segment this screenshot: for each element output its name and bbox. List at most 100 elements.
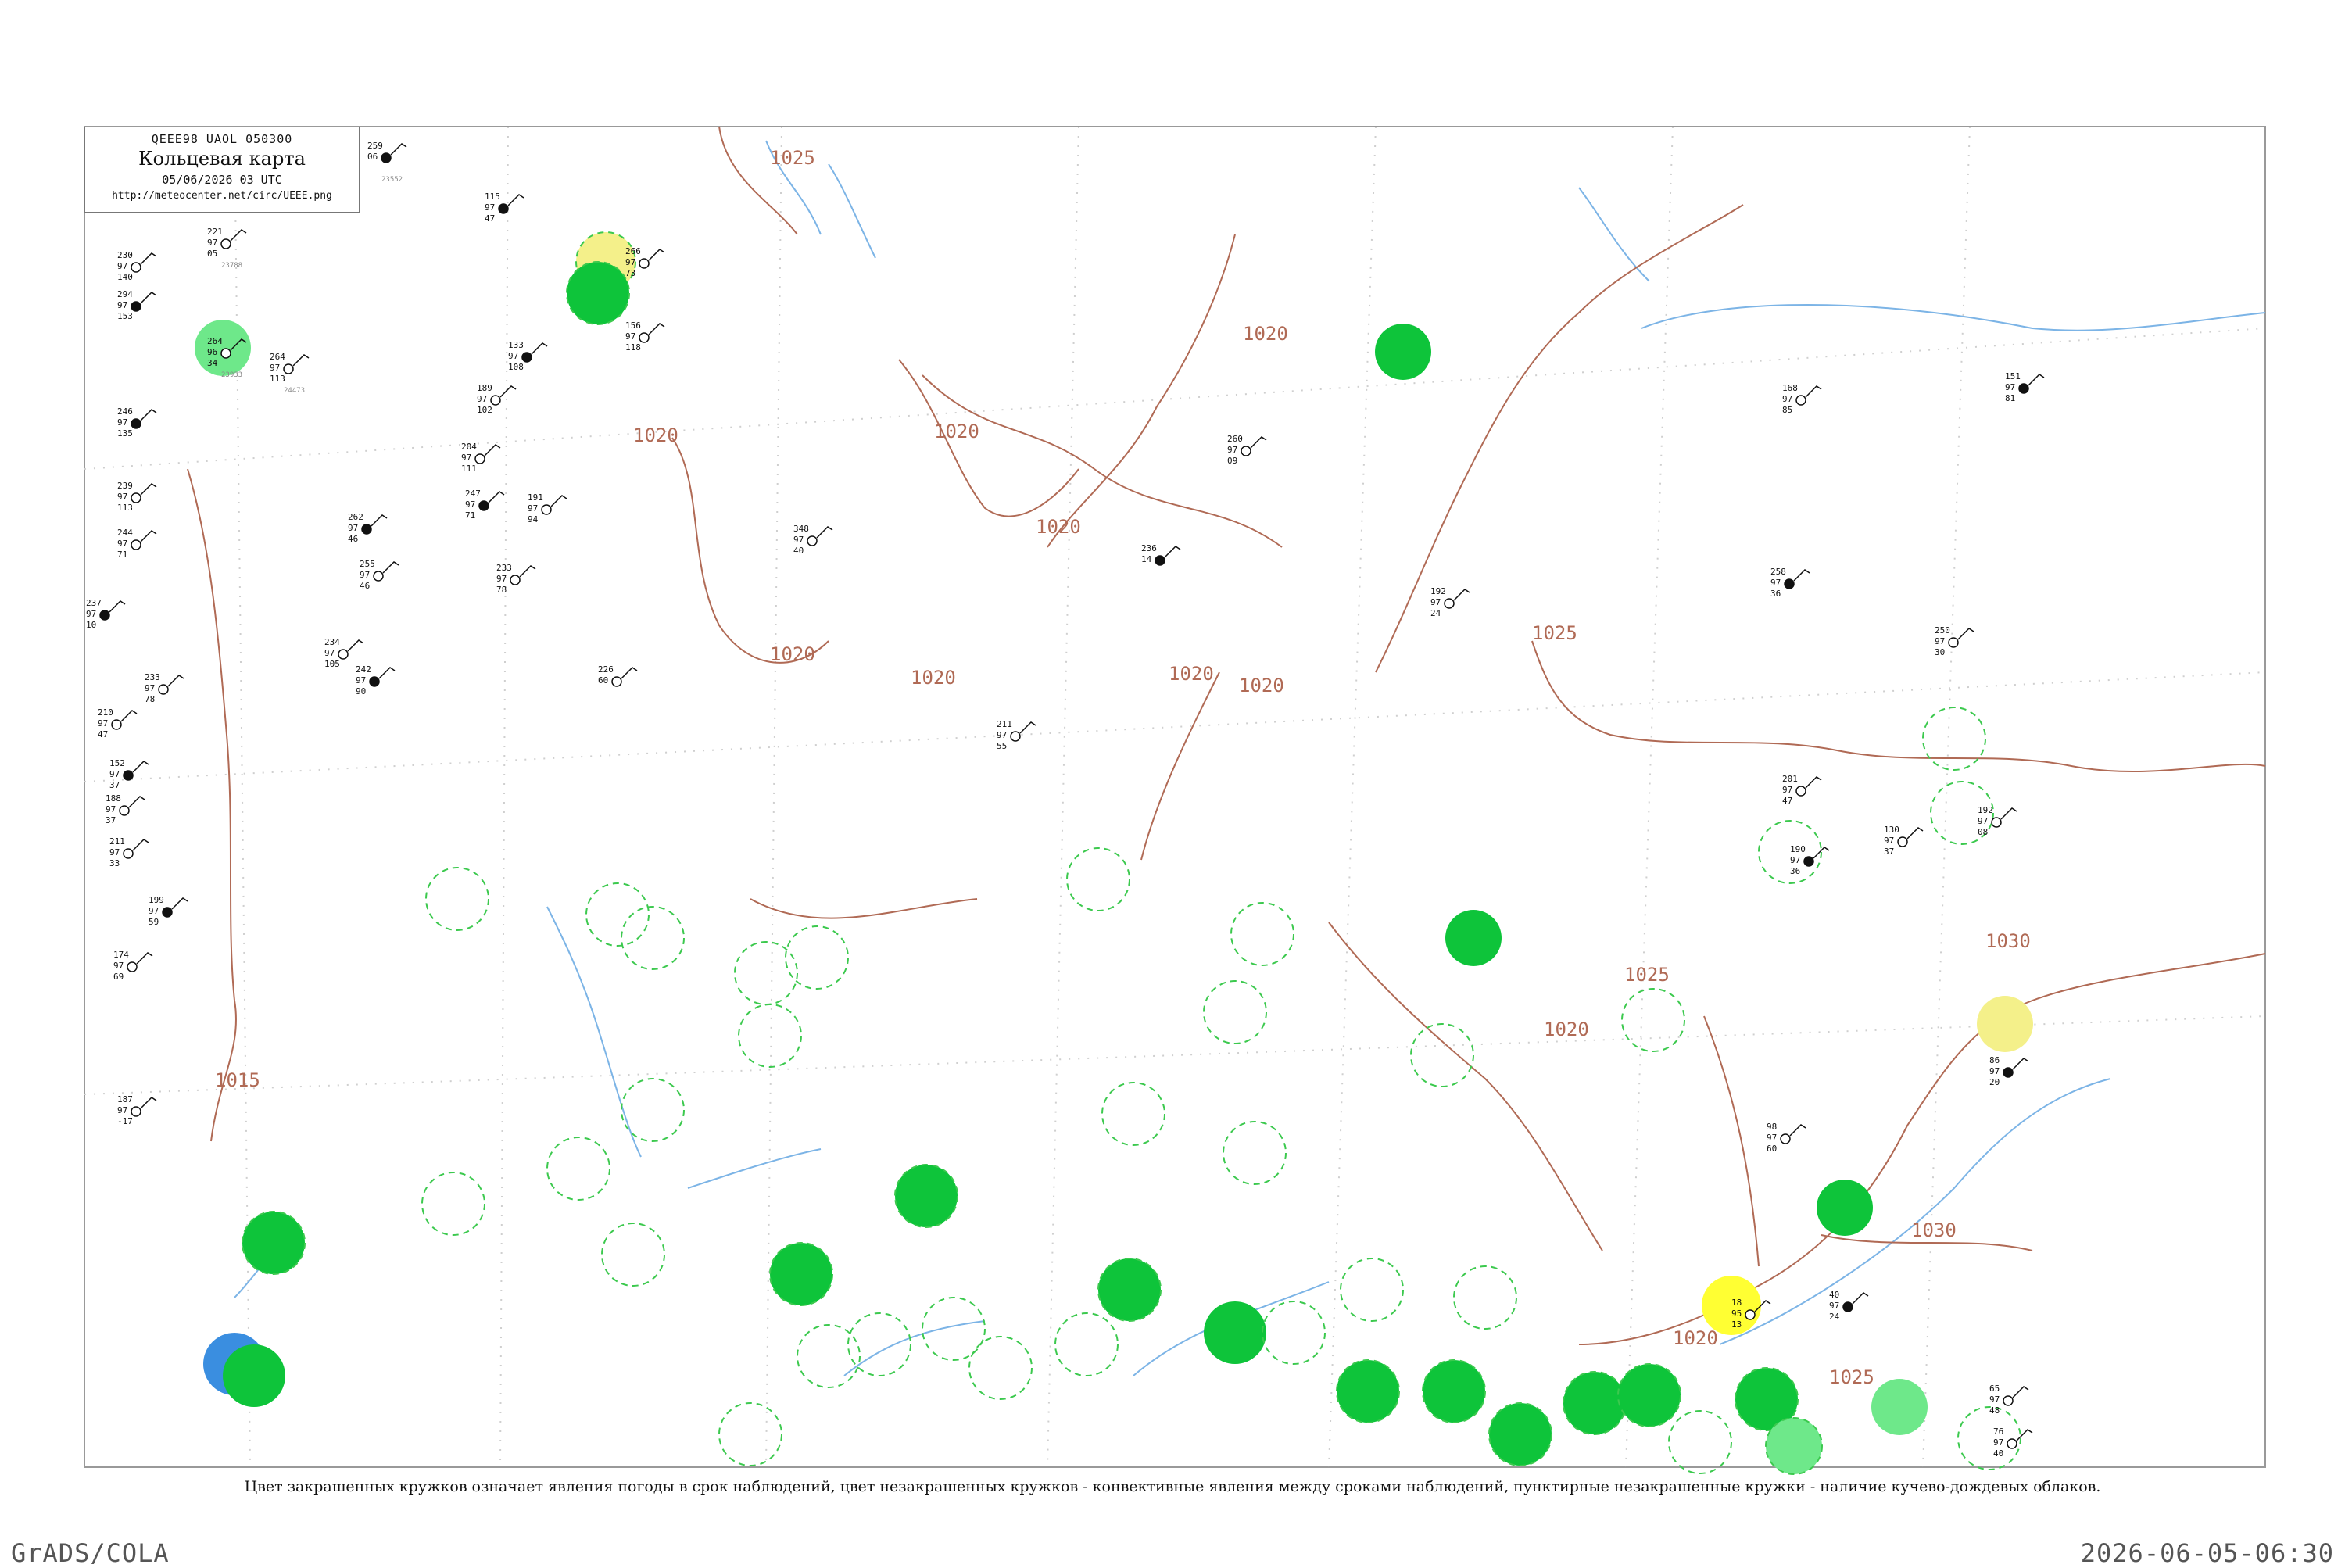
station-pressure: 59 [149, 917, 159, 927]
station-temp: 239 [117, 481, 133, 491]
cb-circle [738, 1004, 802, 1068]
isobar-label: 1020 [1036, 516, 1081, 538]
isobar-label: 1025 [1624, 964, 1670, 986]
station-marker: 2509730 [1935, 625, 1974, 657]
station-temp: 255 [360, 559, 375, 569]
station-temp: 259 [367, 141, 383, 151]
station-dew: 97 [1989, 1394, 2000, 1405]
isobar-label: 1025 [770, 147, 815, 169]
wind-barb [2012, 1058, 2029, 1070]
station-cloud-circle [1795, 786, 1806, 797]
isobar-label: 1020 [1544, 1018, 1589, 1040]
station-temp: 250 [1935, 625, 1950, 635]
station-marker: 2379710 [86, 598, 126, 630]
station-dew: 97 [1884, 836, 1894, 846]
station-dew: 97 [117, 1105, 127, 1115]
station-pressure: 47 [485, 213, 495, 224]
station-pressure: 71 [465, 510, 475, 521]
station-temp: 211 [109, 836, 125, 847]
wind-barb [1250, 436, 1267, 449]
station-temp: 168 [1782, 383, 1798, 393]
station-cloud-circle [1780, 1133, 1791, 1144]
station-temp: 40 [1829, 1290, 1839, 1300]
station-cloud-circle [2003, 1395, 2014, 1406]
cb-circle [734, 941, 798, 1005]
isobar-label: 1020 [633, 424, 678, 446]
station-pressure: 69 [113, 972, 124, 982]
wind-barb [499, 385, 517, 398]
cb-circle [421, 1172, 485, 1236]
station-dew: 97 [1989, 1066, 2000, 1076]
station-marker: 1929724 [1430, 586, 1470, 618]
station-cloud-circle [111, 719, 122, 730]
station-dew: 97 [477, 394, 487, 404]
wind-barb [347, 639, 364, 652]
station-temp: 211 [997, 719, 1012, 729]
station-dew: 97 [793, 535, 804, 545]
station-marker: 2219705 23788 [207, 227, 247, 270]
station-cloud-circle [611, 676, 622, 687]
wind-barb [382, 561, 399, 574]
station-marker: 1159747 [485, 192, 524, 224]
station-pressure: -17 [117, 1116, 133, 1126]
station-temp: 348 [793, 524, 809, 534]
cb-circle [785, 925, 849, 990]
station-pressure: 36 [1770, 589, 1781, 599]
station-pressure: 108 [508, 362, 524, 372]
station-cloud-circle [639, 332, 650, 343]
cb-circle [1621, 988, 1685, 1052]
station-temp: 188 [106, 793, 121, 804]
station-cloud-circle [220, 238, 231, 249]
weather-circle-light-green [1765, 1417, 1823, 1475]
station-temp: 262 [348, 512, 363, 522]
station-pressure: 40 [793, 546, 804, 556]
bulletin-code: QEEE98 UAOL 050300 [151, 132, 293, 146]
station-pressure: 48 [1989, 1405, 2000, 1416]
wind-barb [140, 530, 157, 542]
isobar-label: 1030 [1985, 930, 2031, 952]
station-marker: 2669773 [625, 246, 665, 278]
filled-circles [195, 231, 2033, 1475]
station-cloud-circle [1784, 578, 1795, 589]
cb-circle [1410, 1023, 1474, 1087]
footer-software-label: GrADS/COLA [11, 1538, 170, 1568]
station-marker: 1529737 [109, 758, 149, 790]
station-marker: 23097140 [117, 250, 157, 282]
station-pressure: 118 [625, 342, 641, 353]
station-cloud-circle [474, 453, 485, 464]
station-pressure: 113 [117, 503, 133, 513]
station-marker: 15697118 [625, 320, 665, 353]
weather-circle-green [1097, 1258, 1162, 1322]
station-cloud-circle [541, 504, 552, 515]
station-dew: 97 [348, 523, 358, 533]
station-marker: 29497153 [117, 289, 157, 321]
station-marker: 1929708 [1978, 805, 2017, 837]
station-cloud-circle [381, 152, 392, 163]
station-marker: 20497111 [461, 442, 501, 474]
cb-circle [922, 1297, 986, 1361]
station-temp: 237 [86, 598, 102, 608]
cb-circle [1922, 707, 1986, 771]
station-temp: 233 [145, 672, 160, 682]
station-dew: 97 [145, 683, 155, 693]
wind-barb [1019, 721, 1036, 734]
station-pressure: 10 [86, 620, 96, 630]
cb-circle [718, 1402, 782, 1466]
station-dew: 97 [356, 675, 366, 686]
wind-barb [140, 292, 157, 304]
station-cloud-circle [162, 907, 173, 918]
station-dew: 97 [117, 261, 127, 271]
station-pressure: 40 [1993, 1448, 2003, 1459]
station-temp: 234 [324, 637, 340, 647]
station-temp: 192 [1430, 586, 1446, 596]
station-temp: 266 [625, 246, 641, 256]
station-pressure: 30 [1935, 647, 1945, 657]
station-temp: 187 [117, 1094, 133, 1104]
weather-circle-green [1204, 1301, 1266, 1364]
station-marker: 23614 [1141, 543, 1181, 566]
station-cloud-circle [1842, 1301, 1853, 1312]
footer-timestamp: 2026-06-05-06:30 [2080, 1538, 2334, 1568]
station-pressure: 46 [348, 534, 358, 544]
station-dew: 97 [1770, 578, 1781, 588]
station-pressure: 94 [528, 514, 539, 524]
